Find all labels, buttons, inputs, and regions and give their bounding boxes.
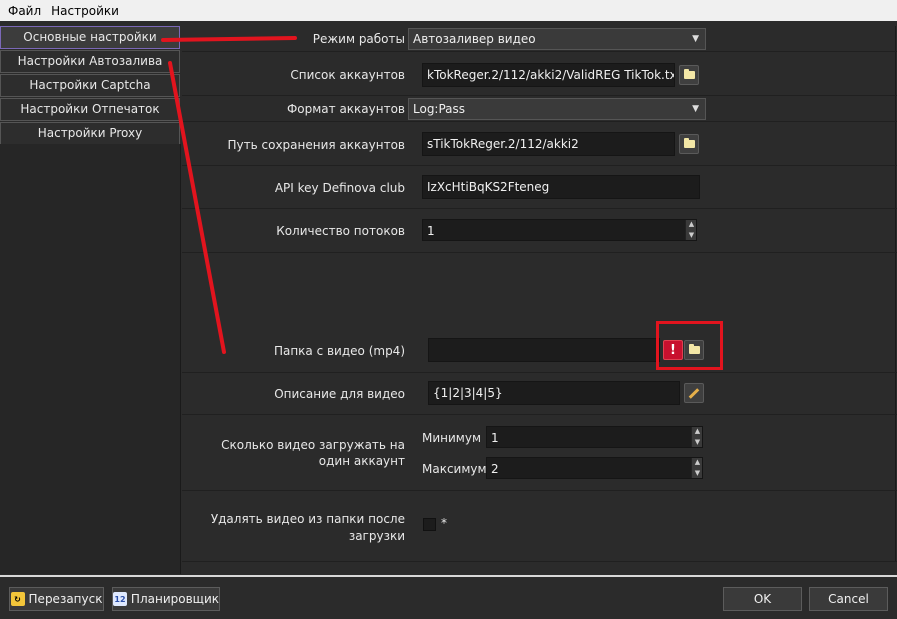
menu-file[interactable]: Файл: [6, 4, 49, 18]
save-path-input[interactable]: sTikTokReger.2/112/akki2: [422, 132, 675, 156]
folder-icon: [683, 69, 695, 79]
row-api-key: API key Definova club IzXcHtiBqKS2Fteneg: [182, 166, 897, 209]
threads-label: Количество потоков: [276, 224, 405, 238]
videos-per-account-label: Сколько видео загружать на один аккаунт: [221, 438, 405, 468]
max-spinbox[interactable]: 2 ▲ ▼: [486, 457, 703, 479]
min-value: 1: [491, 431, 499, 445]
spin-up-icon[interactable]: ▲: [692, 427, 702, 437]
row-threads: Количество потоков 1 ▲ ▼: [182, 209, 897, 253]
video-folder-label: Папка с видео (mp4): [273, 344, 405, 358]
refresh-icon: ↻: [10, 592, 25, 606]
delete-after-upload-label: Удалять видео из папки после загрузки: [210, 512, 405, 543]
sidebar: Основные настройки Настройки Автозалива …: [0, 26, 181, 146]
spin-up-icon[interactable]: ▲: [686, 220, 696, 230]
min-label: Минимум: [422, 431, 482, 445]
video-folder-input[interactable]: [428, 338, 660, 362]
calendar-icon: 12: [113, 592, 127, 606]
pencil-icon: [688, 387, 700, 399]
row-save-path: Путь сохранения аккаунтов sTikTokReger.2…: [182, 122, 897, 166]
accounts-list-label: Список аккаунтов: [290, 68, 405, 82]
row-accounts-format: Формат аккаунтов Log:Pass ▼: [182, 96, 897, 122]
accounts-list-input[interactable]: kTokReger.2/112/akki2/ValidREG TikTok.tx…: [422, 63, 675, 87]
max-value: 2: [491, 462, 499, 476]
mode-label: Режим работы: [312, 32, 405, 46]
sidebar-item-fingerprint-settings[interactable]: Настройки Отпечаток: [0, 98, 180, 121]
chevron-down-icon: ▼: [692, 34, 699, 44]
delete-after-upload-checkbox[interactable]: [423, 518, 436, 531]
menu-bar: Файл Настройки: [0, 0, 897, 21]
mode-value: Автозаливер видео: [413, 32, 536, 46]
video-description-label: Описание для видео: [274, 387, 405, 401]
mode-select[interactable]: Автозаливер видео ▼: [408, 28, 706, 50]
scheduler-button[interactable]: 12 Планировщик: [112, 587, 220, 611]
row-spacer: [182, 253, 897, 325]
sidebar-item-proxy-settings[interactable]: Настройки Proxy: [0, 122, 180, 145]
chevron-down-icon: ▼: [692, 104, 699, 114]
threads-spinbox[interactable]: 1 ▲ ▼: [422, 219, 697, 241]
api-key-input[interactable]: IzXcHtiBqKS2Fteneg: [422, 175, 700, 199]
row-videos-per-account: Сколько видео загружать на один аккаунт …: [182, 415, 897, 491]
spin-down-icon[interactable]: ▼: [692, 437, 702, 447]
footer-bar: ↻ Перезапуск 12 Планировщик OK Cancel: [0, 575, 897, 619]
cancel-button[interactable]: Cancel: [809, 587, 888, 611]
delete-after-upload-mark: *: [441, 516, 447, 530]
row-mode: Режим работы Автозаливер видео ▼: [182, 26, 897, 52]
save-path-browse-button[interactable]: [679, 134, 699, 154]
menu-settings[interactable]: Настройки: [49, 4, 127, 18]
highlight-box: [656, 321, 723, 370]
scheduler-label: Планировщик: [130, 592, 219, 606]
restart-button[interactable]: ↻ Перезапуск: [9, 587, 104, 611]
video-description-edit-button[interactable]: [684, 383, 704, 403]
accounts-format-select[interactable]: Log:Pass ▼: [408, 98, 706, 120]
video-description-input[interactable]: {1|2|3|4|5}: [428, 381, 680, 405]
accounts-format-label: Формат аккаунтов: [286, 102, 405, 116]
min-spin-buttons[interactable]: ▲ ▼: [691, 427, 702, 447]
row-video-folder: Папка с видео (mp4) !: [182, 325, 897, 373]
row-video-description: Описание для видео {1|2|3|4|5}: [182, 373, 897, 415]
max-spin-buttons[interactable]: ▲ ▼: [691, 458, 702, 478]
threads-spin-buttons[interactable]: ▲ ▼: [685, 220, 696, 240]
accounts-list-browse-button[interactable]: [679, 65, 699, 85]
sidebar-item-captcha-settings[interactable]: Настройки Captcha: [0, 74, 180, 97]
sidebar-item-main-settings[interactable]: Основные настройки: [0, 26, 180, 49]
spin-down-icon[interactable]: ▼: [686, 230, 696, 240]
min-spinbox[interactable]: 1 ▲ ▼: [486, 426, 703, 448]
restart-label: Перезапуск: [28, 592, 103, 606]
save-path-label: Путь сохранения аккаунтов: [227, 138, 405, 152]
row-delete-after-upload: Удалять видео из папки после загрузки *: [182, 491, 897, 562]
row-accounts-list: Список аккаунтов kTokReger.2/112/akki2/V…: [182, 52, 897, 96]
accounts-format-value: Log:Pass: [413, 102, 466, 116]
spin-up-icon[interactable]: ▲: [692, 458, 702, 468]
api-key-label: API key Definova club: [274, 181, 405, 195]
ok-button[interactable]: OK: [723, 587, 802, 611]
max-label: Максимум: [422, 462, 487, 476]
sidebar-item-autoupload-settings[interactable]: Настройки Автозалива: [0, 50, 180, 73]
spin-down-icon[interactable]: ▼: [692, 468, 702, 478]
threads-value: 1: [427, 224, 435, 238]
settings-form: Режим работы Автозаливер видео ▼ Список …: [182, 26, 897, 574]
folder-icon: [683, 138, 695, 148]
sidebar-background: [0, 144, 181, 574]
